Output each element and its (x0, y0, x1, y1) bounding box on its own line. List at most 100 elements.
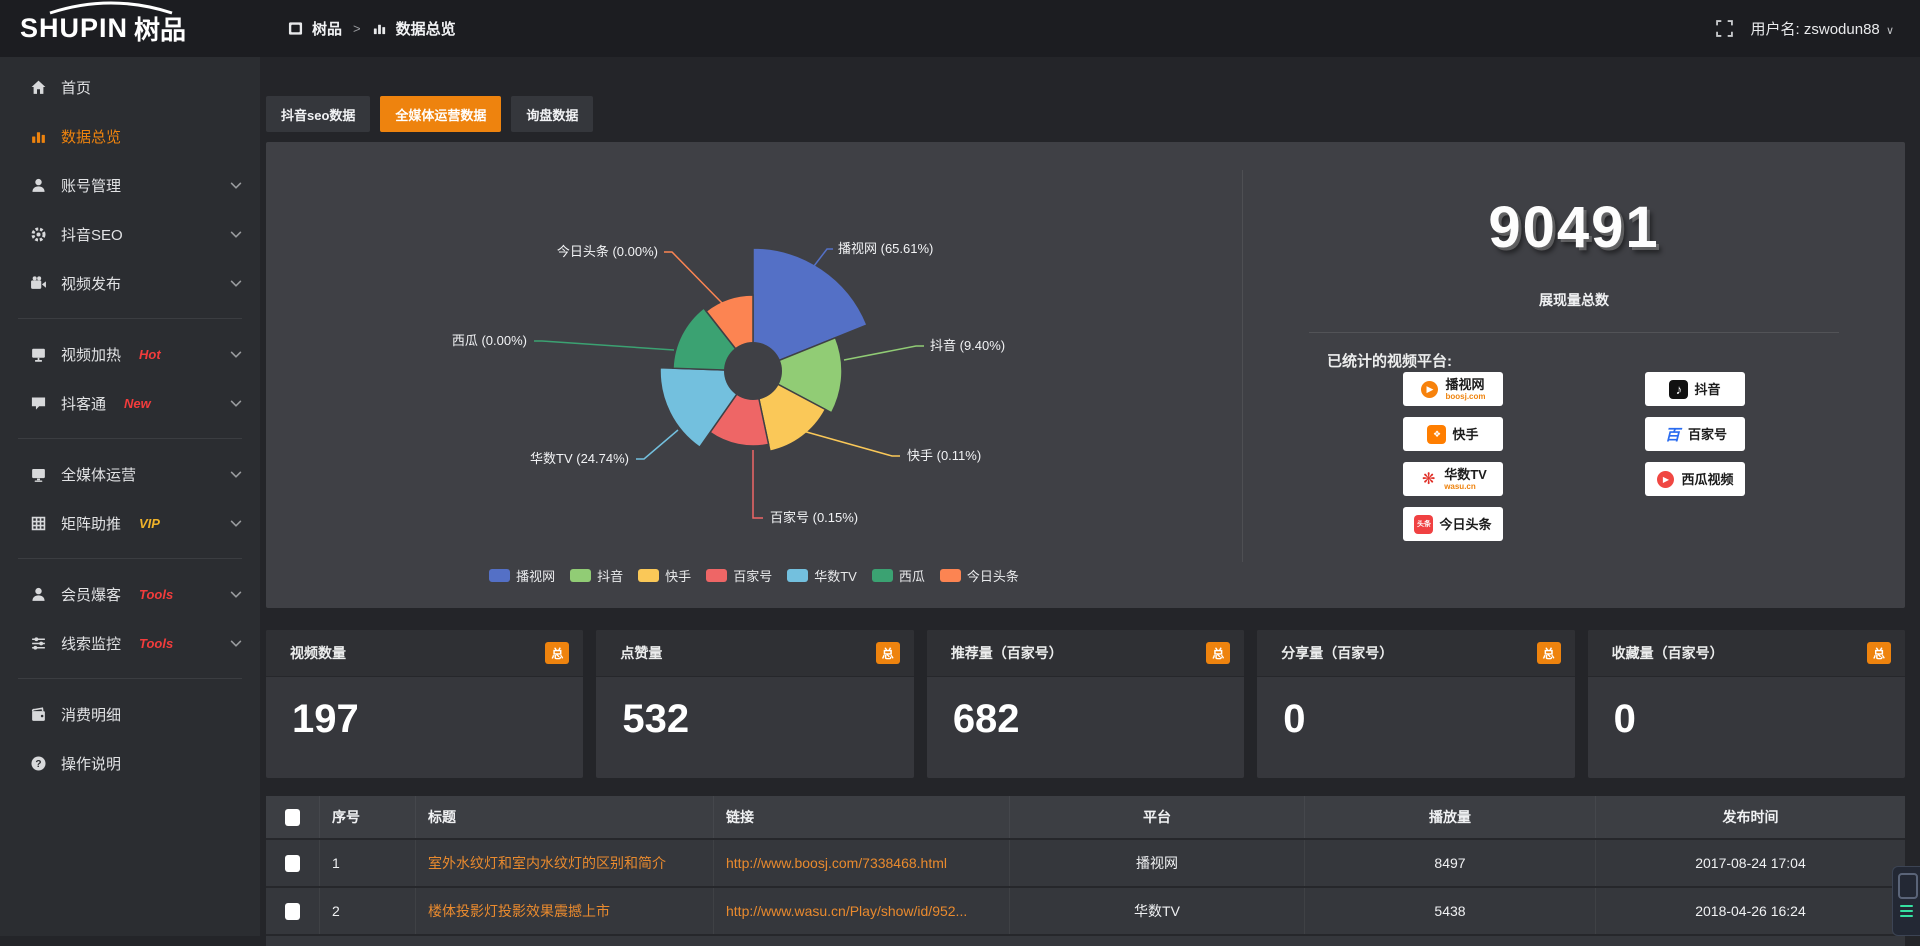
stat-card-header: 分享量（百家号）总 (1257, 630, 1574, 677)
sidebar-item-label: 全媒体运营 (61, 464, 136, 485)
chevron-down-icon (230, 182, 242, 190)
question-icon: ? (30, 755, 47, 772)
column-header-5: 发布时间 (1596, 796, 1905, 838)
sidebar-item-3[interactable]: 抖音SEO (0, 210, 260, 259)
cell-title[interactable]: 楼体投影灯投影效果震撼上市 (416, 888, 714, 934)
sidebar-item-2[interactable]: 账号管理 (0, 161, 260, 210)
monitor-icon (30, 466, 47, 483)
platform-badge-wasu: ❋华数TVwasu.cn (1403, 462, 1503, 496)
rose-pie-svg: 播视网 (65.61%)抖音 (9.40%)快手 (0.11%)百家号 (0.1… (266, 142, 1242, 562)
sidebar-item-11[interactable]: 消费明细 (0, 690, 260, 739)
sidebar-item-9[interactable]: 会员爆客Tools (0, 570, 260, 619)
stat-card-value: 532 (596, 677, 913, 739)
tab-2[interactable]: 询盘数据 (511, 96, 593, 132)
platform-name: 播视网 (1445, 378, 1484, 391)
platform-name: 抖音 (1694, 383, 1720, 396)
sidebar-item-4[interactable]: 视频发布 (0, 259, 260, 308)
legend-swatch (940, 569, 961, 582)
username-label: 用户名: zswodun88 (1751, 21, 1880, 38)
grid-icon (30, 515, 47, 532)
legend-item-1[interactable]: 抖音 (570, 566, 623, 585)
legend-item-0[interactable]: 播视网 (489, 566, 555, 585)
sidebar-item-5[interactable]: 视频加热Hot (0, 330, 260, 379)
legend-swatch (872, 569, 893, 582)
legend-item-4[interactable]: 华数TV (787, 566, 857, 585)
legend-swatch (638, 569, 659, 582)
platform-badge-xigua: ▶ 西瓜视频 (1645, 462, 1745, 496)
platform-badge-boosj: ▶播视网boosj.com (1403, 372, 1503, 406)
username-menu[interactable]: 用户名: zswodun88 ∨ (1751, 18, 1894, 39)
row-checkbox[interactable] (285, 855, 300, 872)
platform-badge-kuaishou: ❖快手 (1403, 417, 1503, 451)
total-badge[interactable]: 总 (1867, 642, 1891, 664)
table-row-0: 1室外水纹灯和室内水纹灯的区别和简介http://www.boosj.com/7… (266, 838, 1905, 886)
pie-leader-1 (844, 346, 924, 360)
video-camera-icon (30, 275, 47, 292)
bar-chart-icon (30, 128, 47, 145)
side-float-widget[interactable] (1892, 866, 1920, 936)
legend-label: 抖音 (597, 566, 623, 585)
wasu-logo-icon: ❋ (1419, 470, 1438, 489)
legend-label: 华数TV (814, 566, 857, 585)
fullscreen-icon[interactable] (1716, 20, 1733, 37)
sidebar-divider (18, 558, 242, 559)
xigua-logo-icon: ▶ (1656, 470, 1675, 489)
platform-name: 西瓜视频 (1681, 473, 1733, 486)
cell-link[interactable]: http://www.boosj.com/7338468.html (714, 840, 1010, 886)
legend-label: 今日头条 (967, 566, 1019, 585)
legend-swatch (489, 569, 510, 582)
tab-1[interactable]: 全媒体运营数据 (380, 96, 501, 132)
tab-0[interactable]: 抖音seo数据 (266, 96, 370, 132)
column-header-3: 平台 (1010, 796, 1305, 838)
chevron-down-icon (230, 351, 242, 359)
breadcrumb-current[interactable]: 数据总览 (396, 18, 456, 39)
sidebar-item-12[interactable]: ?操作说明 (0, 739, 260, 788)
cell-time: 2017-08-24 17:04 (1596, 840, 1905, 886)
chevron-down-icon (230, 520, 242, 528)
chevron-down-icon (230, 471, 242, 479)
platforms-title: 已统计的视频平台: (1327, 350, 1452, 371)
cell-link[interactable]: http://www.wasu.cn/Play/show/id/952... (714, 888, 1010, 934)
stat-card-header: 点赞量总 (596, 630, 913, 677)
breadcrumb-home[interactable]: 树品 (312, 18, 342, 39)
column-header-4: 播放量 (1305, 796, 1596, 838)
legend-item-5[interactable]: 西瓜 (872, 566, 925, 585)
cell-time: 2018-04-26 16:24 (1596, 888, 1905, 934)
total-badge[interactable]: 总 (1537, 642, 1561, 664)
app-logo: SHUPIN 树品 (0, 0, 260, 57)
platform-badge-toutiao: 头条今日头条 (1403, 507, 1503, 541)
sidebar-item-8[interactable]: 矩阵助推VIP (0, 499, 260, 548)
select-all-checkbox[interactable] (285, 809, 300, 826)
stat-card-value: 0 (1257, 677, 1574, 739)
toutiao-logo-icon: 头条 (1414, 515, 1433, 534)
cell-plays: 8497 (1305, 840, 1596, 886)
platform-badge-douyin: ♪抖音 (1645, 372, 1745, 406)
total-badge[interactable]: 总 (876, 642, 900, 664)
logo-text-cn: 树品 (134, 10, 186, 47)
stats-panel: 90491 展现量总数 已统计的视频平台: ▶播视网boosj.com❖快手❋华… (1243, 142, 1905, 608)
chevron-down-icon (230, 591, 242, 599)
sidebar-item-6[interactable]: 抖客通New (0, 379, 260, 428)
legend-item-2[interactable]: 快手 (638, 566, 691, 585)
cell-title[interactable]: 室外水纹灯和室内水纹灯的区别和简介 (416, 840, 714, 886)
sidebar-item-0[interactable]: 首页 (0, 63, 260, 112)
wallet-icon (30, 706, 47, 723)
total-badge[interactable]: 总 (545, 642, 569, 664)
cell-platform: 华数TV (1010, 888, 1305, 934)
sidebar-item-1[interactable]: 数据总览 (0, 112, 260, 161)
sidebar-item-7[interactable]: 全媒体运营 (0, 450, 260, 499)
gear-icon (30, 226, 47, 243)
legend-item-6[interactable]: 今日头条 (940, 566, 1019, 585)
legend-item-3[interactable]: 百家号 (706, 566, 772, 585)
stat-cards: 视频数量总197点赞量总532推荐量（百家号）总682分享量（百家号）总0收藏量… (266, 630, 1905, 778)
svg-text:?: ? (35, 759, 41, 770)
column-header-2: 链接 (714, 796, 1010, 838)
sidebar-item-10[interactable]: 线索监控Tools (0, 619, 260, 668)
total-badge[interactable]: 总 (1206, 642, 1230, 664)
stat-card-3: 分享量（百家号）总0 (1257, 630, 1574, 778)
sidebar-divider (18, 438, 242, 439)
pie-label-0: 播视网 (65.61%) (838, 241, 933, 256)
table-header-row: 序号标题链接平台播放量发布时间 (266, 796, 1905, 838)
row-checkbox[interactable] (285, 903, 300, 920)
platform-name: 百家号 (1688, 428, 1727, 441)
